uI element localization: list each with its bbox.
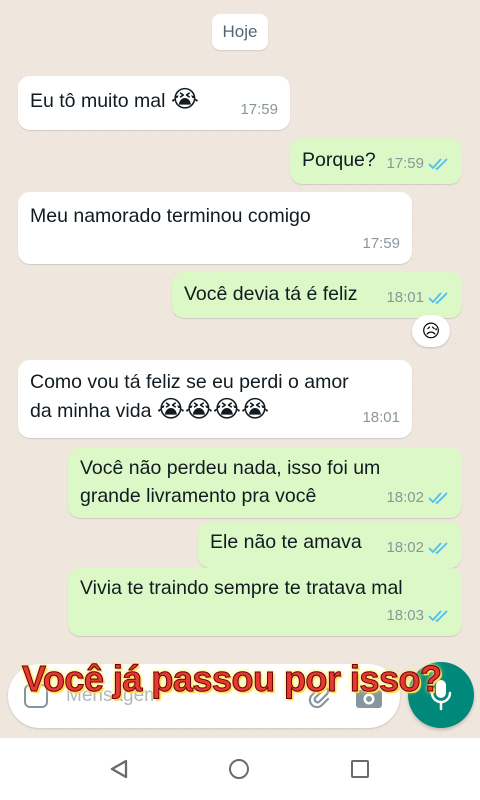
read-ticks-icon — [428, 610, 448, 623]
message-time: 18:01 — [386, 289, 424, 306]
overlay-caption: Você já passou por isso? — [21, 658, 442, 700]
message-outgoing[interactable]: Você não perdeu nada, isso foi um grande… — [68, 448, 462, 518]
message-time: 18:02 — [386, 489, 424, 506]
date-chip: Hoje — [212, 14, 268, 50]
message-outgoing[interactable]: Ele não te amava 18:02 — [198, 522, 462, 568]
message-text-block: Como vou tá feliz se eu perdi o amor da … — [30, 368, 400, 425]
message-time: 17:59 — [386, 155, 424, 172]
message-outgoing[interactable]: Porque? 17:59 — [290, 138, 462, 184]
message-time: 17:59 — [362, 235, 400, 252]
read-ticks-icon — [428, 158, 448, 171]
read-ticks-icon — [428, 542, 448, 555]
message-time: 18:03 — [386, 607, 424, 624]
message-text: Vivia te traindo sempre te tratava mal — [80, 577, 403, 599]
message-reaction[interactable]: 😥 — [412, 315, 450, 347]
message-text: da minha vida — [30, 400, 152, 422]
message-outgoing[interactable]: Vivia te traindo sempre te tratava mal 1… — [68, 568, 462, 636]
read-ticks-icon — [428, 292, 448, 305]
crying-emoji: 😭😭😭😭 — [156, 396, 270, 423]
recents-icon[interactable] — [351, 760, 369, 778]
back-icon[interactable] — [108, 758, 130, 780]
read-ticks-icon — [428, 492, 448, 505]
system-nav-bar — [0, 738, 480, 800]
message-time: 18:02 — [386, 539, 424, 556]
home-icon[interactable] — [229, 759, 249, 779]
message-text-line: Como vou tá feliz se eu perdi o amor — [30, 371, 349, 393]
message-time: 18:01 — [362, 409, 400, 426]
crying-emoji: 😭 — [170, 86, 199, 113]
message-incoming[interactable]: Eu tô muito mal 😭 17:59 — [18, 76, 290, 130]
message-outgoing[interactable]: Você devia tá é feliz 18:01 — [172, 272, 462, 318]
message-text-line: da minha vida 😭😭😭😭 — [30, 396, 400, 425]
message-time: 17:59 — [240, 101, 278, 118]
message-text: Eu tô muito mal — [30, 90, 166, 112]
message-incoming[interactable]: Meu namorado terminou comigo 17:59 — [18, 192, 412, 264]
message-incoming[interactable]: Como vou tá feliz se eu perdi o amor da … — [18, 360, 412, 438]
message-text-line: Você não perdeu nada, isso foi um — [80, 457, 381, 479]
message-text: Meu namorado terminou comigo — [30, 205, 311, 227]
chat-area: Hoje Eu tô muito mal 😭 17:59 Porque? 17:… — [0, 0, 480, 738]
